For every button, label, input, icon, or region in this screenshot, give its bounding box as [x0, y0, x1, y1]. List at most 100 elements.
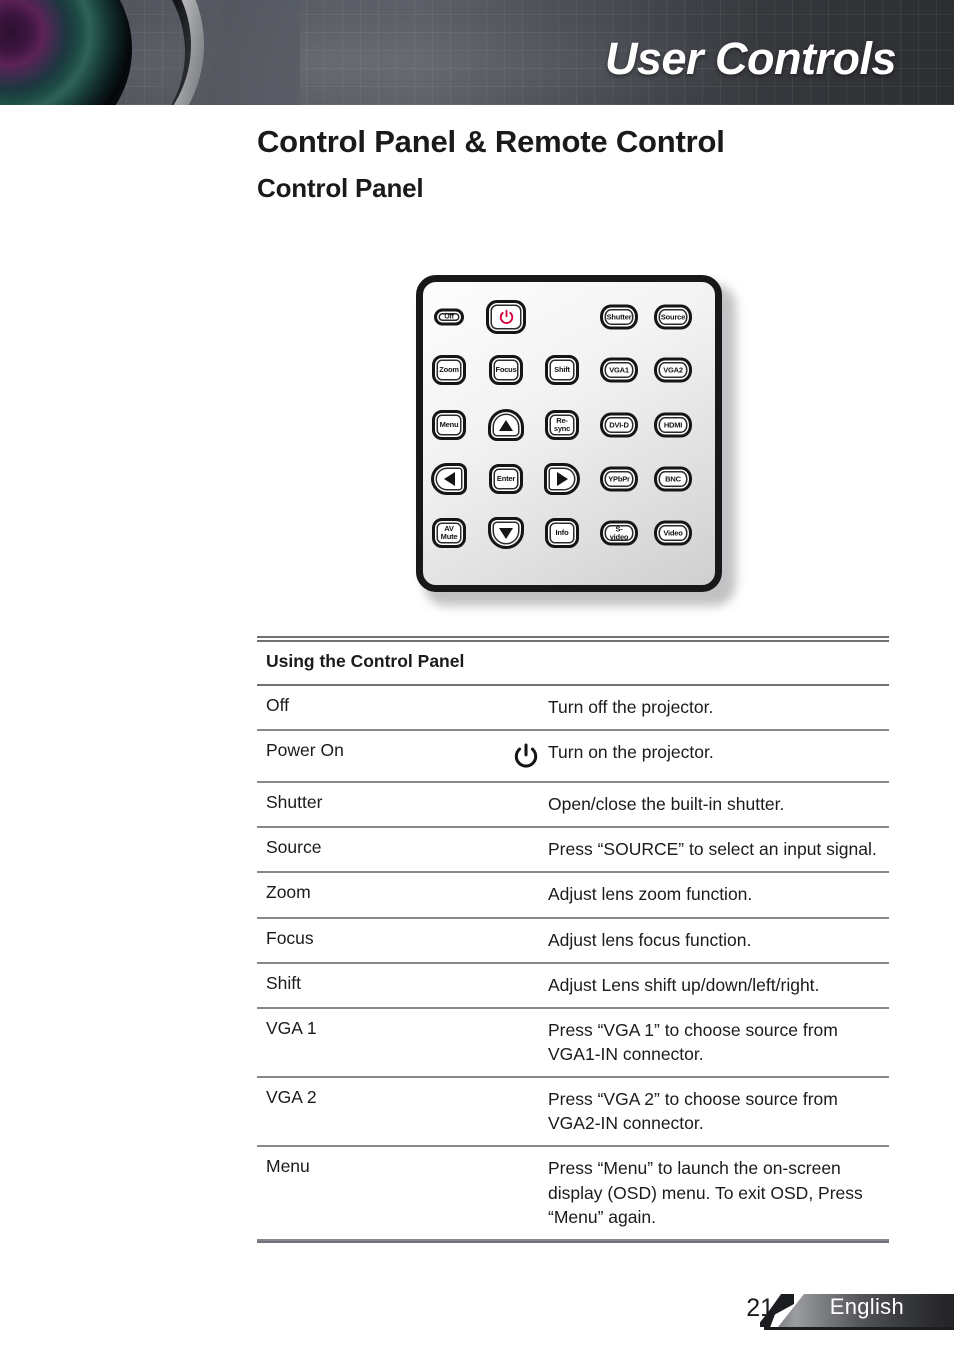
panel-button-zoom[interactable]: Zoom	[432, 355, 466, 385]
panel-button-hdmi[interactable]: HDMI	[654, 412, 692, 438]
table-cell-name: Zoom	[266, 882, 311, 903]
panel-button-source[interactable]: Source	[654, 304, 692, 330]
table-cell-icon	[503, 837, 548, 838]
table-cell-name: Power On	[266, 740, 344, 761]
footer-language-label: English	[829, 1294, 904, 1319]
table-cell-description: Adjust lens focus function.	[548, 929, 752, 950]
table-cell-name: Shift	[266, 972, 302, 993]
page-footer: 21 English	[0, 1290, 954, 1354]
panel-button-vga2[interactable]: VGA2	[654, 357, 692, 383]
page-title: User Controls	[604, 33, 897, 84]
table-cell-icon	[503, 695, 548, 696]
panel-button-label: AV Mute	[440, 524, 458, 541]
table-row: Shift Adjust Lens shift up/down/left/righ…	[257, 964, 889, 1009]
panel-button-label: Source	[660, 312, 686, 322]
table-cell-icon	[503, 740, 548, 771]
arrow-right-icon	[556, 472, 568, 486]
panel-button-label: Menu	[439, 420, 459, 430]
panel-button-label: S-video	[609, 524, 629, 541]
control-panel-table: Using the Control Panel Off Turn off the …	[257, 636, 889, 1243]
panel-button-label: Focus	[495, 365, 517, 375]
panel-button-bnc[interactable]: BNC	[654, 466, 692, 492]
panel-button-power[interactable]	[486, 300, 526, 334]
panel-button-vga1[interactable]: VGA1	[600, 357, 638, 383]
arrow-down-icon	[499, 527, 513, 539]
table-header-row: Using the Control Panel	[257, 642, 889, 686]
panel-button-menu[interactable]: Menu	[432, 410, 466, 440]
panel-button-shutter[interactable]: Shutter	[600, 304, 638, 330]
table-cell-description: Turn on the projector.	[548, 742, 714, 763]
table-row: Zoom Adjust lens zoom function.	[257, 873, 889, 919]
panel-button-label: HDMI	[663, 420, 683, 430]
table-row: Shutter Open/close the built-in shutter.	[257, 783, 889, 829]
table-cell-icon	[503, 792, 548, 793]
power-icon	[514, 743, 537, 768]
table-cell-description: Adjust Lens shift up/down/left/right.	[548, 974, 820, 995]
panel-button-video[interactable]: Video	[654, 520, 692, 546]
panel-button-label: BNC	[665, 474, 681, 484]
lens-highlight-arc-lower	[0, 0, 203, 105]
table-row: Focus Adjust lens focus function.	[257, 919, 889, 964]
panel-button-off[interactable]: Off	[434, 308, 464, 326]
panel-button-arrow-left[interactable]	[431, 463, 467, 495]
table-cell-icon	[503, 1087, 548, 1088]
table-cell-name: Focus	[266, 927, 314, 948]
panel-button-label: Shutter	[606, 312, 632, 322]
panel-button-s-video[interactable]: S-video	[600, 520, 638, 546]
table-cell-icon	[503, 882, 548, 883]
table-cell-description: Press “SOURCE” to select an input signal…	[548, 839, 877, 860]
panel-button-arrow-right[interactable]	[544, 463, 580, 495]
table-cell-name: Off	[266, 695, 290, 715]
table-cell-icon	[503, 1018, 548, 1019]
panel-button-label: Zoom	[439, 365, 459, 375]
table-row: VGA 2 Press “VGA 2” to choose source from…	[257, 1078, 889, 1148]
table-cell-description: Press “VGA 1” to choose source from VGA1…	[548, 1019, 838, 1064]
panel-button-label: Enter	[496, 474, 516, 484]
table-row: Source Press “SOURCE” to select an input …	[257, 828, 889, 874]
panel-button-arrow-down[interactable]	[488, 517, 524, 549]
section-heading: Control Panel & Remote Control	[257, 124, 725, 159]
panel-button-label: YPbPr	[608, 474, 630, 484]
panel-button-label: Off	[444, 313, 454, 321]
table-row: Off Turn off the projector.	[257, 686, 889, 732]
table-cell-name: VGA 1	[266, 1017, 317, 1038]
table-cell-description: Turn off the projector.	[548, 697, 714, 717]
panel-button-label: Info	[555, 528, 569, 538]
table-cell-description: Press “Menu” to launch the on-screen dis…	[548, 1158, 863, 1227]
panel-button-info[interactable]: Info	[545, 518, 579, 548]
table-cell-icon	[503, 1156, 548, 1157]
panel-button-arrow-up[interactable]	[488, 409, 524, 441]
table-bottom-rule	[257, 1240, 889, 1243]
panel-button-label: Re-sync	[553, 416, 571, 433]
arrow-up-icon	[499, 419, 513, 431]
panel-button-label: Shift	[554, 365, 570, 375]
panel-button-focus[interactable]: Focus	[489, 355, 523, 385]
table-cell-icon	[503, 928, 548, 929]
table-row: Menu Press “Menu” to launch the on-screen…	[257, 1147, 889, 1241]
panel-button-label: DVI-D	[609, 420, 629, 430]
panel-button-dvi-d[interactable]: DVI-D	[600, 412, 638, 438]
panel-button-label: VGA1	[609, 365, 629, 375]
table-cell-name: VGA 2	[266, 1087, 317, 1108]
table-cell-name: Menu	[266, 1156, 310, 1177]
arrow-left-icon	[443, 472, 455, 486]
panel-button-enter[interactable]: Enter	[489, 464, 523, 494]
panel-button-av-mute[interactable]: AV Mute	[432, 518, 466, 548]
subsection-heading: Control Panel	[257, 173, 424, 203]
table-cell-name: Shutter	[266, 792, 323, 813]
table-cell-icon	[503, 973, 548, 974]
table-row: Power On Turn on the projector.	[257, 731, 889, 784]
panel-button-ypbpr[interactable]: YPbPr	[600, 466, 638, 492]
power-icon	[499, 309, 513, 324]
panel-button-shift[interactable]: Shift	[545, 355, 579, 385]
table-cell-description: Press “VGA 2” to choose source from VGA2…	[548, 1089, 838, 1134]
footer-rule	[764, 1327, 954, 1330]
table-title: Using the Control Panel	[266, 651, 465, 671]
table-cell-name: Source	[266, 837, 322, 858]
panel-button-re-sync[interactable]: Re-sync	[545, 410, 579, 440]
table-cell-description: Adjust lens zoom function.	[548, 884, 753, 905]
table-cell-description: Open/close the built-in shutter.	[548, 794, 785, 815]
page-header-banner: User Controls	[0, 0, 954, 105]
control-panel-body: Off Shutter Source Zoom Focus Shift VGA1 VGA2 Me…	[416, 275, 722, 592]
table-row: VGA 1 Press “VGA 1” to choose source from…	[257, 1009, 889, 1079]
